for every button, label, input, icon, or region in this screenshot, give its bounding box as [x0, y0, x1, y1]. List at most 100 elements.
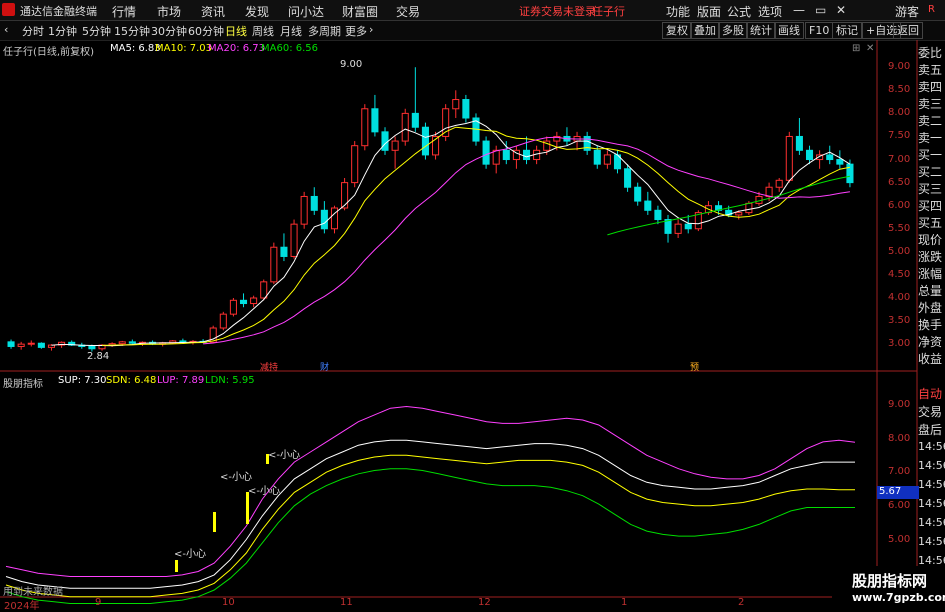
- restore-icon[interactable]: ▭: [815, 3, 826, 17]
- menu-layout[interactable]: 版面: [697, 3, 721, 20]
- event-mark-finance[interactable]: 财: [320, 360, 329, 373]
- side-panel-item[interactable]: 买五: [918, 214, 945, 231]
- login-status[interactable]: 证券交易未登录: [519, 3, 596, 19]
- candle[interactable]: [482, 136, 490, 169]
- candle[interactable]: [17, 341, 25, 350]
- candle[interactable]: [401, 108, 409, 146]
- multi-stock-button[interactable]: 多股: [718, 22, 748, 39]
- menu-function[interactable]: 功能: [666, 3, 690, 20]
- f10-button[interactable]: F10: [805, 22, 834, 39]
- candle[interactable]: [785, 131, 793, 183]
- candle[interactable]: [391, 136, 399, 169]
- adjust-button[interactable]: 复权: [662, 22, 692, 39]
- period-tab-timeshare[interactable]: 分时: [22, 23, 44, 39]
- event-mark-forecast[interactable]: 预: [690, 360, 699, 373]
- candle[interactable]: [351, 141, 359, 188]
- candle[interactable]: [219, 311, 227, 331]
- candle[interactable]: [300, 191, 308, 229]
- candle[interactable]: [583, 131, 591, 155]
- overlay-button[interactable]: 叠加: [690, 22, 720, 39]
- side-panel-item[interactable]: 卖三: [918, 95, 945, 112]
- side-panel-item[interactable]: 买一: [918, 146, 945, 163]
- candle[interactable]: [381, 127, 389, 155]
- period-tab-15min[interactable]: 15分钟: [114, 23, 150, 39]
- minimize-icon[interactable]: —: [793, 3, 805, 17]
- candle[interactable]: [250, 295, 258, 308]
- candle[interactable]: [411, 67, 419, 132]
- menu-discover[interactable]: 发现: [245, 3, 269, 20]
- corner-indicator[interactable]: R: [918, 0, 945, 20]
- close-icon[interactable]: ✕: [836, 3, 846, 17]
- candle[interactable]: [229, 298, 237, 317]
- side-panel-item[interactable]: 卖四: [918, 78, 945, 95]
- chart-settings-icon[interactable]: ⊞: [852, 43, 860, 54]
- candle[interactable]: [442, 104, 450, 142]
- candle[interactable]: [492, 145, 500, 174]
- period-tab-monthly[interactable]: 月线: [280, 23, 302, 39]
- candle[interactable]: [270, 242, 278, 285]
- candle[interactable]: [795, 118, 803, 155]
- candle[interactable]: [694, 210, 702, 232]
- menu-trade[interactable]: 交易: [396, 3, 420, 20]
- side-panel-item[interactable]: 卖五: [918, 61, 945, 78]
- period-tab-1min[interactable]: 1分钟: [48, 23, 77, 39]
- side-panel-item[interactable]: 买四: [918, 197, 945, 214]
- period-tab-60min[interactable]: 60分钟: [188, 23, 224, 39]
- side-panel-item[interactable]: 卖二: [918, 112, 945, 129]
- side-panel-mode[interactable]: 盘后: [918, 421, 945, 438]
- candle[interactable]: [421, 122, 429, 160]
- side-panel-item[interactable]: 卖一: [918, 129, 945, 146]
- period-tab-multi[interactable]: 多周期: [308, 23, 341, 39]
- side-panel-item[interactable]: 委比: [918, 44, 945, 61]
- candle[interactable]: [7, 339, 15, 349]
- user-label[interactable]: 游客: [895, 3, 919, 20]
- candle[interactable]: [522, 136, 531, 165]
- side-panel-item[interactable]: 买二: [918, 163, 945, 180]
- candle[interactable]: [775, 178, 783, 192]
- candle[interactable]: [361, 104, 369, 151]
- side-panel-item[interactable]: 收益: [918, 350, 945, 367]
- menu-market-quote[interactable]: 行情: [112, 3, 136, 20]
- candle[interactable]: [280, 233, 288, 262]
- candle[interactable]: [310, 187, 318, 215]
- candle[interactable]: [624, 164, 632, 192]
- candle[interactable]: [27, 340, 35, 347]
- menu-wealth[interactable]: 财富圈: [342, 3, 378, 20]
- side-panel-item[interactable]: 换手: [918, 316, 945, 333]
- candle[interactable]: [674, 219, 682, 238]
- menu-news[interactable]: 资讯: [201, 3, 225, 20]
- menu-market[interactable]: 市场: [157, 3, 181, 20]
- side-panel-item[interactable]: 买三: [918, 180, 945, 197]
- candle[interactable]: [826, 145, 834, 165]
- candle[interactable]: [634, 182, 642, 206]
- kline-chart[interactable]: [0, 40, 945, 609]
- event-mark-reduce[interactable]: 减持: [260, 360, 278, 373]
- candle[interactable]: [512, 145, 520, 169]
- candle[interactable]: [603, 150, 611, 169]
- candle[interactable]: [432, 131, 440, 160]
- candle[interactable]: [644, 191, 652, 215]
- candle[interactable]: [371, 94, 379, 137]
- candle[interactable]: [330, 205, 339, 234]
- menu-options[interactable]: 选项: [758, 3, 782, 20]
- candle[interactable]: [816, 150, 824, 169]
- menu-formula[interactable]: 公式: [727, 3, 751, 20]
- period-tab-more[interactable]: 更多: [345, 23, 367, 39]
- candle[interactable]: [37, 342, 45, 349]
- candle[interactable]: [563, 127, 571, 146]
- side-panel-item[interactable]: 现价: [918, 231, 945, 248]
- period-tab-5min[interactable]: 5分钟: [82, 23, 111, 39]
- back-button[interactable]: 返回: [893, 22, 923, 39]
- menu-ask[interactable]: 问小达: [288, 3, 324, 20]
- candle[interactable]: [664, 214, 672, 243]
- side-panel-item[interactable]: 外盘: [918, 299, 945, 316]
- draw-line-button[interactable]: 画线: [774, 22, 804, 39]
- side-panel-mode[interactable]: 自动: [918, 385, 945, 402]
- candle[interactable]: [452, 90, 460, 118]
- period-tab-daily[interactable]: 日线: [225, 23, 247, 39]
- candle[interactable]: [462, 94, 470, 123]
- candle[interactable]: [290, 219, 298, 259]
- chart-close-icon[interactable]: ✕: [866, 43, 874, 54]
- more-chevron-icon[interactable]: ›: [369, 23, 373, 36]
- candle[interactable]: [654, 205, 662, 225]
